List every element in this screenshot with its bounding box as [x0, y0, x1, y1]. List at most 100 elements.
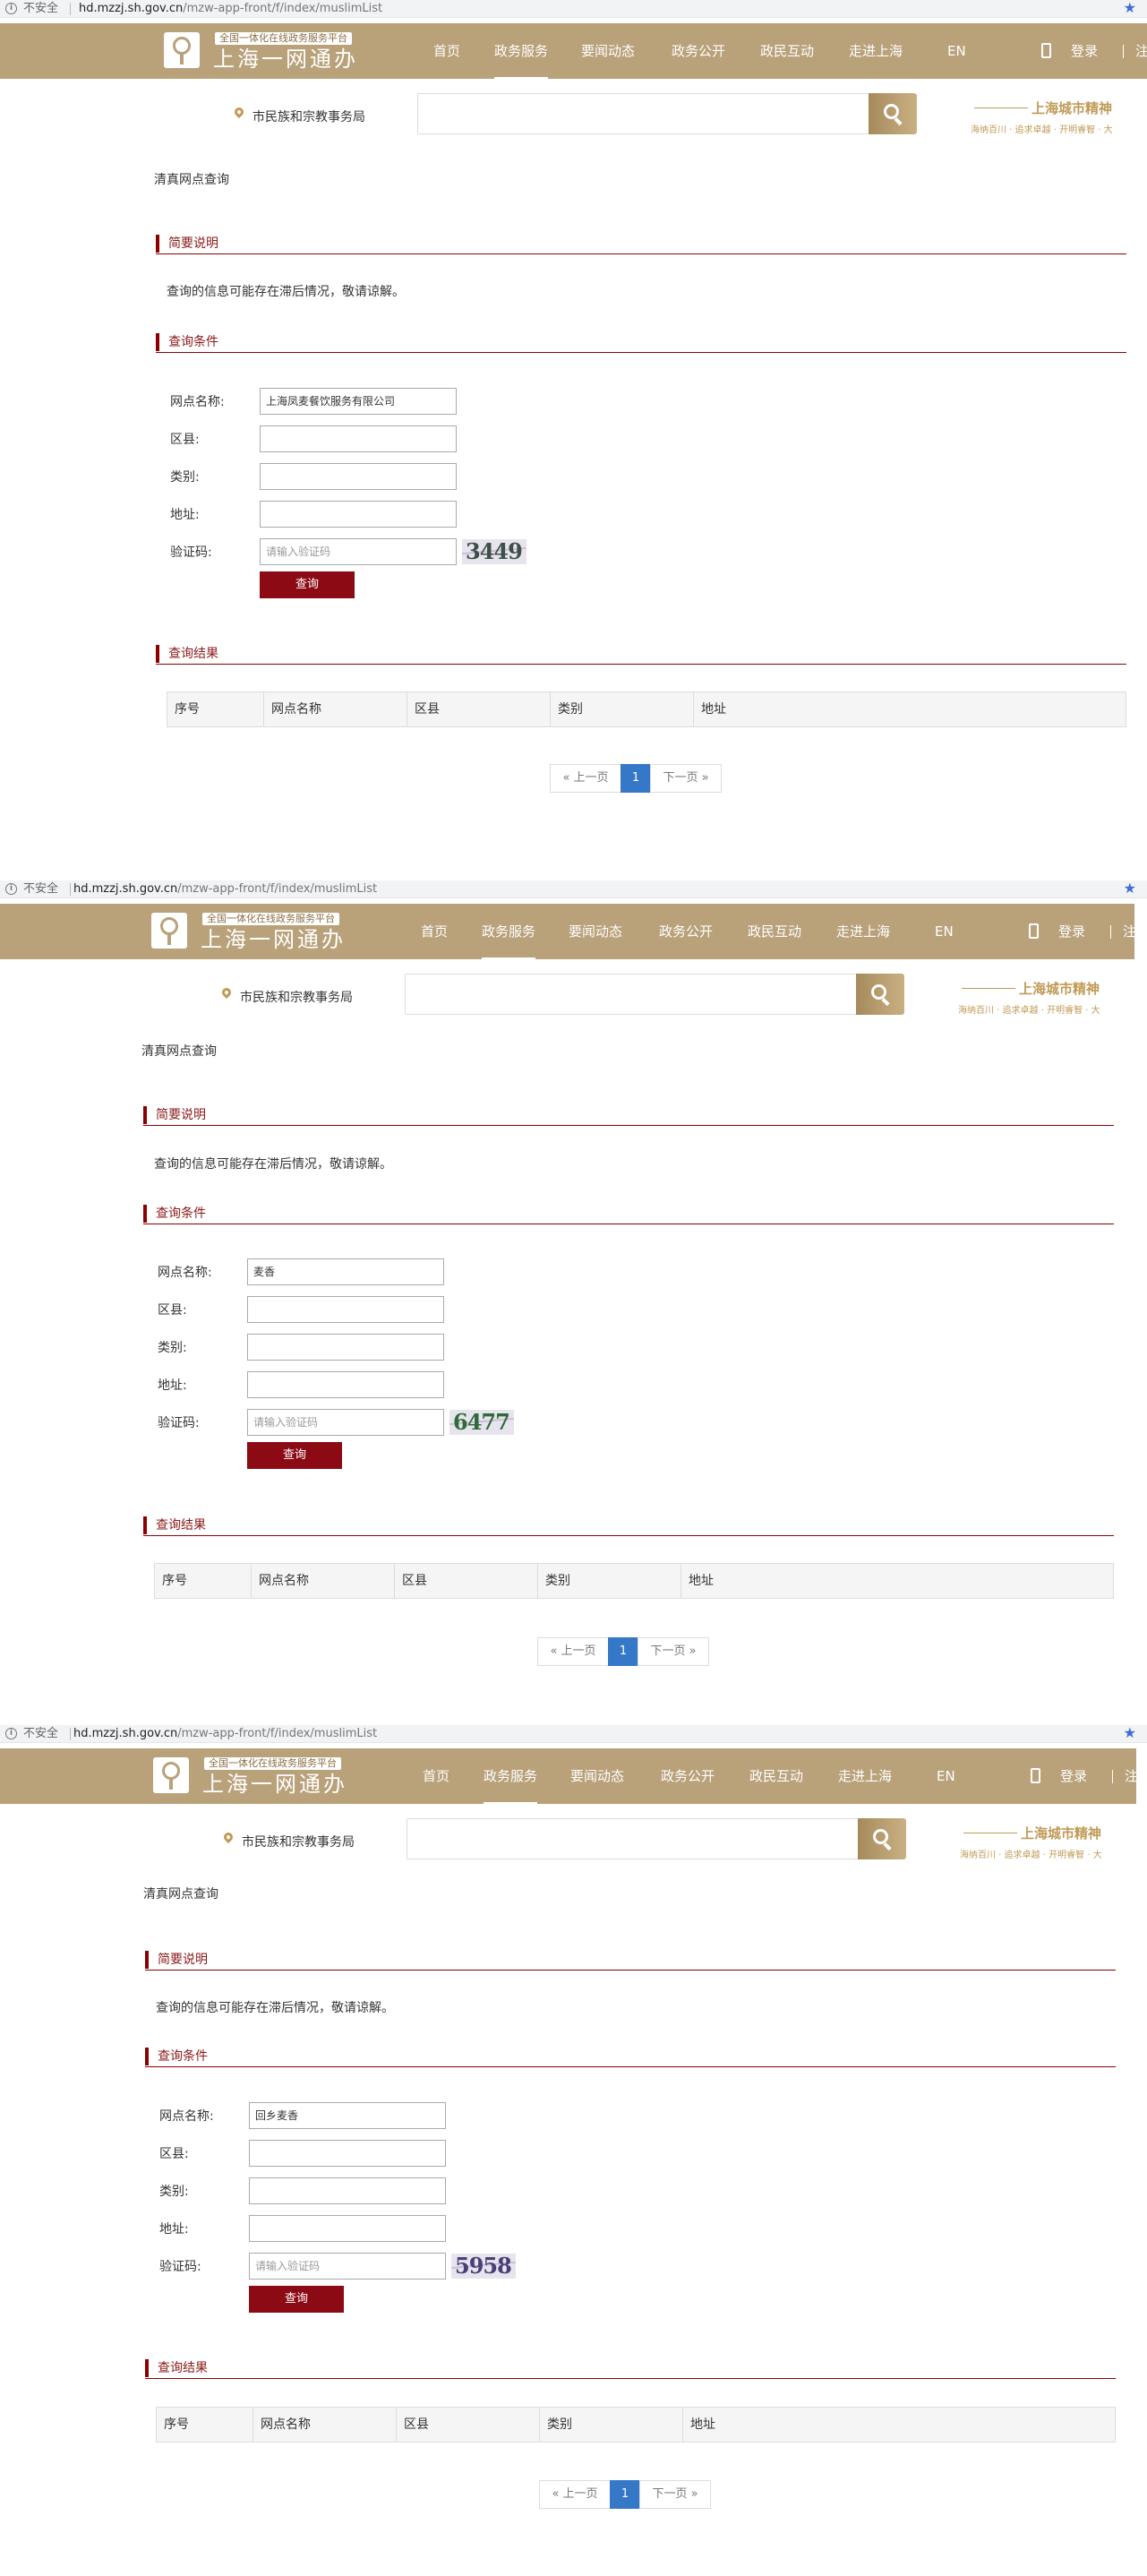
address-input[interactable]	[249, 2215, 446, 2242]
address-bar[interactable]: i 不安全 hd.mzzj.sh.gov.cn/mzw-app-front/f/…	[0, 1725, 1147, 1743]
nav-item-0[interactable]: 首页	[423, 1748, 449, 1804]
prev-page-button[interactable]: « 上一页	[537, 1637, 609, 1666]
category-input[interactable]	[260, 463, 457, 490]
nav-item-3[interactable]: 政务公开	[659, 904, 713, 959]
category-input[interactable]	[247, 1334, 444, 1361]
next-page-button[interactable]: 下一页 »	[650, 764, 722, 793]
register-link[interactable]: 注	[1125, 1748, 1138, 1804]
captcha-input[interactable]: 请输入验证码	[260, 538, 457, 565]
url-path: /mzw-app-front/f/index/muslimList	[177, 1727, 378, 1740]
logo-icon[interactable]	[153, 1757, 189, 1793]
city-spirit-subtitle: 海纳百川 · 追求卓越 · 开明睿智 · 大	[960, 1850, 1102, 1860]
query-button[interactable]: 查询	[249, 2286, 344, 2313]
next-page-button[interactable]: 下一页 »	[638, 1637, 709, 1666]
query-button[interactable]: 查询	[247, 1442, 342, 1469]
search-button[interactable]	[858, 1818, 906, 1859]
screenshot-stack: i 不安全 hd.mzzj.sh.gov.cn/mzw-app-front/f/…	[0, 0, 1147, 2576]
nav-item-1[interactable]: 政务服务	[484, 1748, 538, 1805]
current-page-button[interactable]: 1	[610, 2480, 640, 2509]
nav-item-4[interactable]: 政民互动	[749, 1748, 803, 1804]
address-bar[interactable]: i 不安全 hd.mzzj.sh.gov.cn/mzw-app-front/f/…	[0, 0, 1147, 18]
notice-text: 查询的信息可能存在滞后情况，敬请谅解。	[156, 2001, 394, 2015]
captcha-input[interactable]: 请输入验证码	[247, 1409, 444, 1436]
category-input[interactable]	[249, 2177, 446, 2204]
logo-icon[interactable]	[151, 913, 187, 949]
prev-page-button[interactable]: « 上一页	[550, 764, 621, 793]
star-icon[interactable]: ★	[1124, 880, 1136, 897]
captcha-image[interactable]: 5958	[451, 2254, 516, 2279]
url-text[interactable]: hd.mzzj.sh.gov.cn/mzw-app-front/f/index/…	[73, 880, 377, 898]
login-link[interactable]: 登录	[1060, 1748, 1087, 1804]
nav-item-0[interactable]: 首页	[433, 23, 460, 79]
district-input[interactable]	[247, 1296, 444, 1323]
nav-item-6[interactable]: EN	[935, 904, 954, 959]
star-icon[interactable]: ★	[1124, 0, 1136, 17]
address-input[interactable]	[260, 501, 457, 528]
brand-title[interactable]: 上海一网通办	[201, 927, 346, 952]
site-search-input[interactable]	[417, 93, 870, 134]
url-text[interactable]: hd.mzzj.sh.gov.cn/mzw-app-front/f/index/…	[79, 0, 382, 18]
nav-item-6[interactable]: EN	[947, 23, 966, 79]
nav-item-5[interactable]: 走进上海	[836, 904, 890, 959]
nav-item-5[interactable]: 走进上海	[849, 23, 903, 79]
nav-item-4[interactable]: 政民互动	[760, 23, 814, 79]
district-input[interactable]	[249, 2140, 446, 2167]
captcha-image[interactable]: 3449	[462, 539, 526, 564]
mobile-phone-icon[interactable]	[1041, 43, 1051, 58]
info-icon[interactable]: i	[5, 1728, 17, 1739]
search-button[interactable]	[856, 974, 904, 1015]
nav-item-0[interactable]: 首页	[421, 904, 448, 959]
brand-title[interactable]: 上海一网通办	[213, 47, 358, 72]
register-link[interactable]: 注	[1135, 23, 1147, 79]
district-input[interactable]	[260, 425, 457, 452]
city-spirit-subtitle: 海纳百川 · 追求卓越 · 开明睿智 · 大	[971, 125, 1113, 135]
outlet-name-input[interactable]: 回乡麦香	[249, 2102, 446, 2129]
results-table-header: 序号 网点名称 区县 类别 地址	[156, 2407, 1116, 2443]
captcha-input[interactable]: 请输入验证码	[249, 2253, 446, 2280]
brand-title[interactable]: 上海一网通办	[202, 1772, 347, 1797]
nav-item-3[interactable]: 政务公开	[661, 1748, 715, 1804]
nav-item-1[interactable]: 政务服务	[482, 904, 536, 960]
login-link[interactable]: 登录	[1058, 904, 1085, 959]
page-title: 清真网点查询	[143, 1887, 218, 1902]
nav-item-5[interactable]: 走进上海	[838, 1748, 892, 1804]
address-input[interactable]	[247, 1371, 444, 1398]
login-link[interactable]: 登录	[1071, 23, 1098, 79]
logo-icon[interactable]	[164, 32, 200, 68]
register-link[interactable]: 注	[1123, 904, 1136, 959]
mobile-phone-icon[interactable]	[1031, 1768, 1040, 1783]
nav-item-1[interactable]: 政务服务	[494, 23, 549, 80]
outlet-name-input[interactable]: 麦香	[247, 1258, 444, 1285]
url-text[interactable]: hd.mzzj.sh.gov.cn/mzw-app-front/f/index/…	[73, 1725, 377, 1743]
next-page-button[interactable]: 下一页 »	[639, 2480, 711, 2509]
site-search-input[interactable]	[405, 974, 858, 1015]
info-icon[interactable]: i	[5, 3, 17, 14]
city-spirit-title: 上海城市精神	[1031, 100, 1113, 116]
nav-item-2[interactable]: 要闻动态	[581, 23, 635, 79]
nav-item-2[interactable]: 要闻动态	[570, 1748, 624, 1804]
nav-item-2[interactable]: 要闻动态	[569, 904, 622, 959]
outlet-name-input[interactable]: 上海凤麦餐饮服务有限公司	[260, 388, 457, 415]
bureau-name[interactable]: 市民族和宗教事务局	[240, 988, 353, 1006]
captcha-image[interactable]: 6477	[449, 1410, 514, 1435]
current-page-button[interactable]: 1	[621, 764, 651, 793]
query-button[interactable]: 查询	[260, 571, 355, 598]
nav-item-4[interactable]: 政民互动	[748, 904, 801, 959]
site-header: 全国一体化在线政务服务平台 上海一网通办 首页 政务服务 要闻动态 政务公开 政民互动走…	[0, 23, 1147, 80]
page-title: 清真网点查询	[141, 1044, 217, 1059]
search-button[interactable]	[869, 93, 917, 134]
info-icon[interactable]: i	[5, 883, 17, 895]
column-header-2: 区县	[395, 1564, 538, 1598]
current-page-button[interactable]: 1	[608, 1637, 638, 1666]
prev-page-button[interactable]: « 上一页	[539, 2480, 611, 2509]
address-bar[interactable]: i 不安全 hd.mzzj.sh.gov.cn/mzw-app-front/f/…	[0, 880, 1147, 898]
column-header-4: 地址	[689, 1574, 714, 1588]
nav-item-3[interactable]: 政务公开	[672, 23, 725, 79]
star-icon[interactable]: ★	[1124, 1725, 1136, 1742]
mobile-phone-icon[interactable]	[1029, 923, 1039, 939]
category-label: 类别:	[159, 2185, 189, 2199]
bureau-name[interactable]: 市民族和宗教事务局	[242, 1833, 355, 1850]
bureau-name[interactable]: 市民族和宗教事务局	[253, 107, 365, 125]
nav-item-6[interactable]: EN	[937, 1748, 955, 1804]
site-search-input[interactable]	[407, 1818, 860, 1859]
